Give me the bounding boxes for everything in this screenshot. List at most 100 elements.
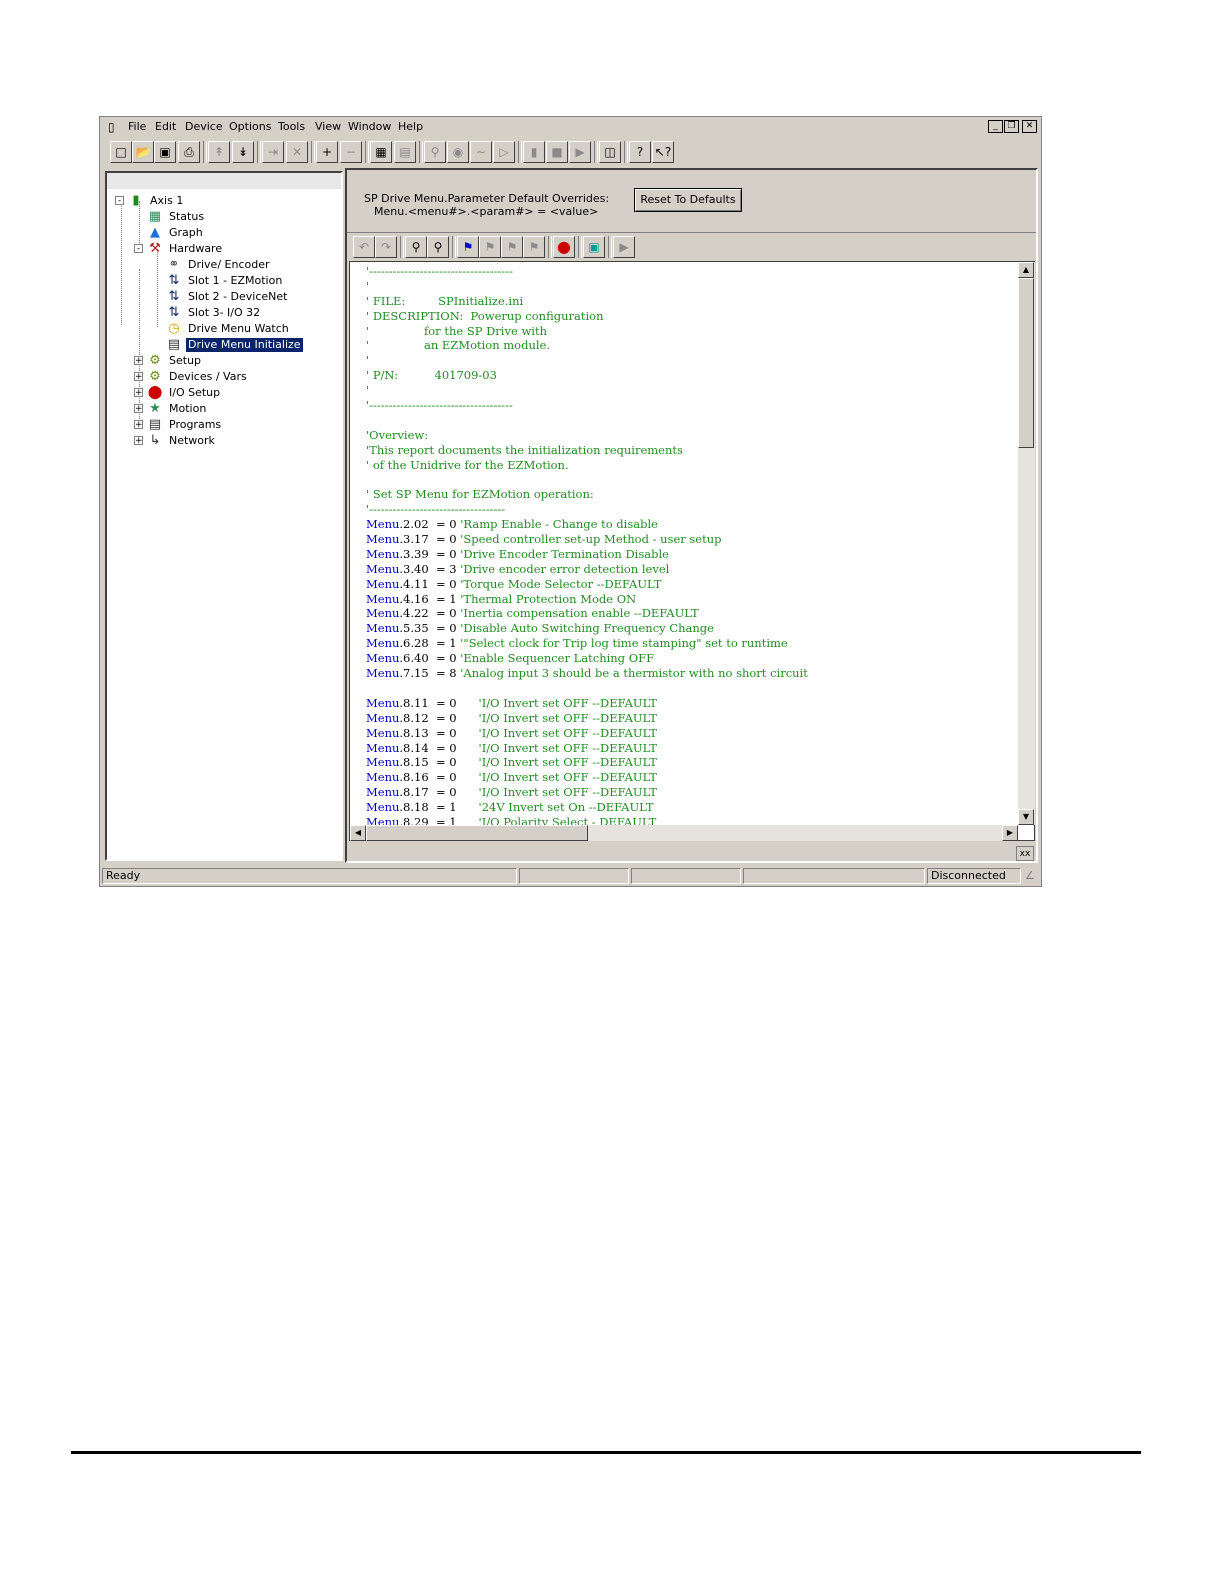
code-text[interactable]: '------------------------------------- ' '… <box>366 264 1016 825</box>
code-line: 'Overview: <box>366 427 429 442</box>
upload-icon[interactable]: ↟ <box>208 141 230 163</box>
stop-icon[interactable]: ■ <box>546 141 568 163</box>
tree-node-label: Setup <box>169 354 202 367</box>
restore-button[interactable]: ❐ <box>1004 120 1019 133</box>
previous-bookmark-icon[interactable]: ⚑ <box>501 236 523 258</box>
jog-icon[interactable]: ▷ <box>493 141 515 163</box>
new-file-icon[interactable]: □ <box>110 141 132 163</box>
add-axis-icon[interactable]: + <box>316 141 338 163</box>
menu-window[interactable]: Window <box>348 120 391 133</box>
tree-node-label: Devices / Vars <box>169 370 247 383</box>
reset-to-defaults-button[interactable]: Reset To Defaults <box>634 188 742 212</box>
vertical-scrollbar[interactable]: ▲ ▼ <box>1018 262 1035 825</box>
save-icon[interactable]: ▣ <box>154 141 176 163</box>
corner-label: xx <box>1016 846 1034 861</box>
tree-node-label: I/O Setup <box>169 386 221 399</box>
run-to-icon[interactable]: ▶ <box>613 236 635 258</box>
editor-toolbar: ↶ ↷ ⚲ ⚲ ⚑ ⚑ ⚑ ⚑ ⬤ ▣ ▶ <box>347 232 1036 260</box>
code-line: Menu.8.29 = 1 'I/O Polarity Select - DEF… <box>366 814 657 825</box>
document-icon: ▤ <box>167 337 181 352</box>
vertical-scroll-thumb[interactable] <box>1018 278 1034 448</box>
undo-icon[interactable]: ↶ <box>353 236 375 258</box>
menu-edit[interactable]: Edit <box>155 120 176 133</box>
code-line: '------------------------------------- <box>366 398 513 413</box>
step-icon[interactable]: ▶ <box>569 141 591 163</box>
search-icon[interactable]: ⚲ <box>424 141 446 163</box>
code-line: Menu.8.15 = 0 'I/O Invert set OFF --DEFA… <box>366 755 657 770</box>
tree-node-label: Status <box>169 210 205 223</box>
tree-node-label: Axis 1 <box>150 194 184 207</box>
lock-icon[interactable]: ▣ <box>583 236 605 258</box>
menu-help[interactable]: Help <box>398 120 423 133</box>
scroll-down-icon[interactable]: ▼ <box>1018 809 1034 825</box>
code-line: Menu.4.16 = 1 'Thermal Protection Mode O… <box>366 591 637 606</box>
menu-view[interactable]: View <box>315 120 341 133</box>
slot-icon: ⇅ <box>168 273 180 288</box>
code-line: Menu.6.40 = 0 'Enable Sequencer Latching… <box>366 651 655 666</box>
expand-toggle[interactable]: + <box>134 436 143 446</box>
menu-device[interactable]: Device <box>185 120 223 133</box>
toggle-bookmark-icon[interactable]: ⚑ <box>457 236 479 258</box>
horizontal-scroll-thumb[interactable] <box>366 825 588 841</box>
remove-axis-icon[interactable]: − <box>340 141 362 163</box>
redo-icon[interactable]: ↷ <box>375 236 397 258</box>
code-line: 'This report documents the initializatio… <box>366 442 683 457</box>
code-line: Menu.8.12 = 0 'I/O Invert set OFF --DEFA… <box>366 710 657 725</box>
code-line: Menu.5.35 = 0 'Disable Auto Switching Fr… <box>366 621 714 636</box>
code-line: ' <box>366 353 370 368</box>
compile-icon[interactable]: ▦ <box>370 141 392 163</box>
hardware-icon: ⚒ <box>149 241 161 256</box>
code-line: ' P/N: 401709-03 <box>366 368 497 383</box>
expand-toggle[interactable]: + <box>134 404 143 414</box>
tree-node-label: Drive/ Encoder <box>188 258 270 271</box>
code-line: ' Set SP Menu for EZMotion operation: <box>366 487 594 502</box>
window-layout-icon[interactable]: ◫ <box>599 141 621 163</box>
project-tree[interactable]: - ▮ Axis 1 ▦ Status ▲ Graph - ⚒ Hardware… <box>105 171 343 861</box>
tree-node-label: Motion <box>169 402 207 415</box>
code-line: ' of the Unidrive for the EZMotion. <box>366 457 569 472</box>
code-line: ' FILE: SPInitialize.ini <box>366 293 524 308</box>
scroll-right-icon[interactable]: ▶ <box>1002 825 1018 841</box>
menu-file[interactable]: File <box>128 120 146 133</box>
expand-toggle[interactable]: + <box>134 420 143 430</box>
open-folder-icon[interactable]: 📂 <box>132 141 154 163</box>
tree-node-label: Slot 3- I/O 32 <box>188 306 261 319</box>
expand-toggle[interactable]: + <box>134 356 143 366</box>
print-icon[interactable]: ⎙ <box>178 141 200 163</box>
expand-toggle[interactable]: + <box>134 372 143 382</box>
close-button[interactable]: ✕ <box>1022 120 1037 133</box>
replace-icon[interactable]: ⚲ <box>427 236 449 258</box>
connect-icon[interactable]: ⇥ <box>262 141 284 163</box>
slot-icon: ⇅ <box>168 289 180 304</box>
menu-tools[interactable]: Tools <box>278 120 305 133</box>
watch-icon[interactable]: ◉ <box>447 141 469 163</box>
download-icon[interactable]: ↡ <box>232 141 254 163</box>
help-icon[interactable]: ? <box>629 141 651 163</box>
context-help-icon[interactable]: ↖? <box>652 141 674 163</box>
minimize-button[interactable]: _ <box>988 120 1003 133</box>
code-editor[interactable]: '------------------------------------- ' '… <box>349 261 1035 841</box>
code-line: Menu.4.22 = 0 'Inertia compensation enab… <box>366 606 699 621</box>
main-toolbar: □ 📂 ▣ ⎙ ↟ ↡ ⇥ ✕ + − ▦ ▤ ⚲ ◉ ∼ ▷ ▮ ■ ▶ ◫ … <box>100 138 1041 168</box>
oscilloscope-icon[interactable]: ∼ <box>470 141 492 163</box>
next-bookmark-icon[interactable]: ⚑ <box>479 236 501 258</box>
menu-options[interactable]: Options <box>229 120 271 133</box>
status-ready: Ready <box>102 868 517 884</box>
report-icon[interactable]: ▤ <box>394 141 416 163</box>
collapse-toggle[interactable]: - <box>134 244 143 254</box>
collapse-toggle[interactable]: - <box>115 196 124 206</box>
run-icon[interactable]: ▮ <box>523 141 545 163</box>
scroll-left-icon[interactable]: ◀ <box>350 825 366 841</box>
disconnect-icon[interactable]: ✕ <box>286 141 308 163</box>
app-icon[interactable]: ▯ <box>108 120 115 134</box>
scroll-up-icon[interactable]: ▲ <box>1018 262 1034 278</box>
clear-bookmarks-icon[interactable]: ⚑ <box>523 236 545 258</box>
resize-grip-icon[interactable]: ∠ <box>1025 869 1039 884</box>
find-icon[interactable]: ⚲ <box>405 236 427 258</box>
horizontal-scrollbar[interactable]: ◀ ▶ <box>350 825 1018 841</box>
breakpoint-icon[interactable]: ⬤ <box>553 236 575 258</box>
code-line: ' for the SP Drive with <box>366 323 547 338</box>
expand-toggle[interactable]: + <box>134 388 143 398</box>
motion-icon: ★ <box>149 401 161 416</box>
